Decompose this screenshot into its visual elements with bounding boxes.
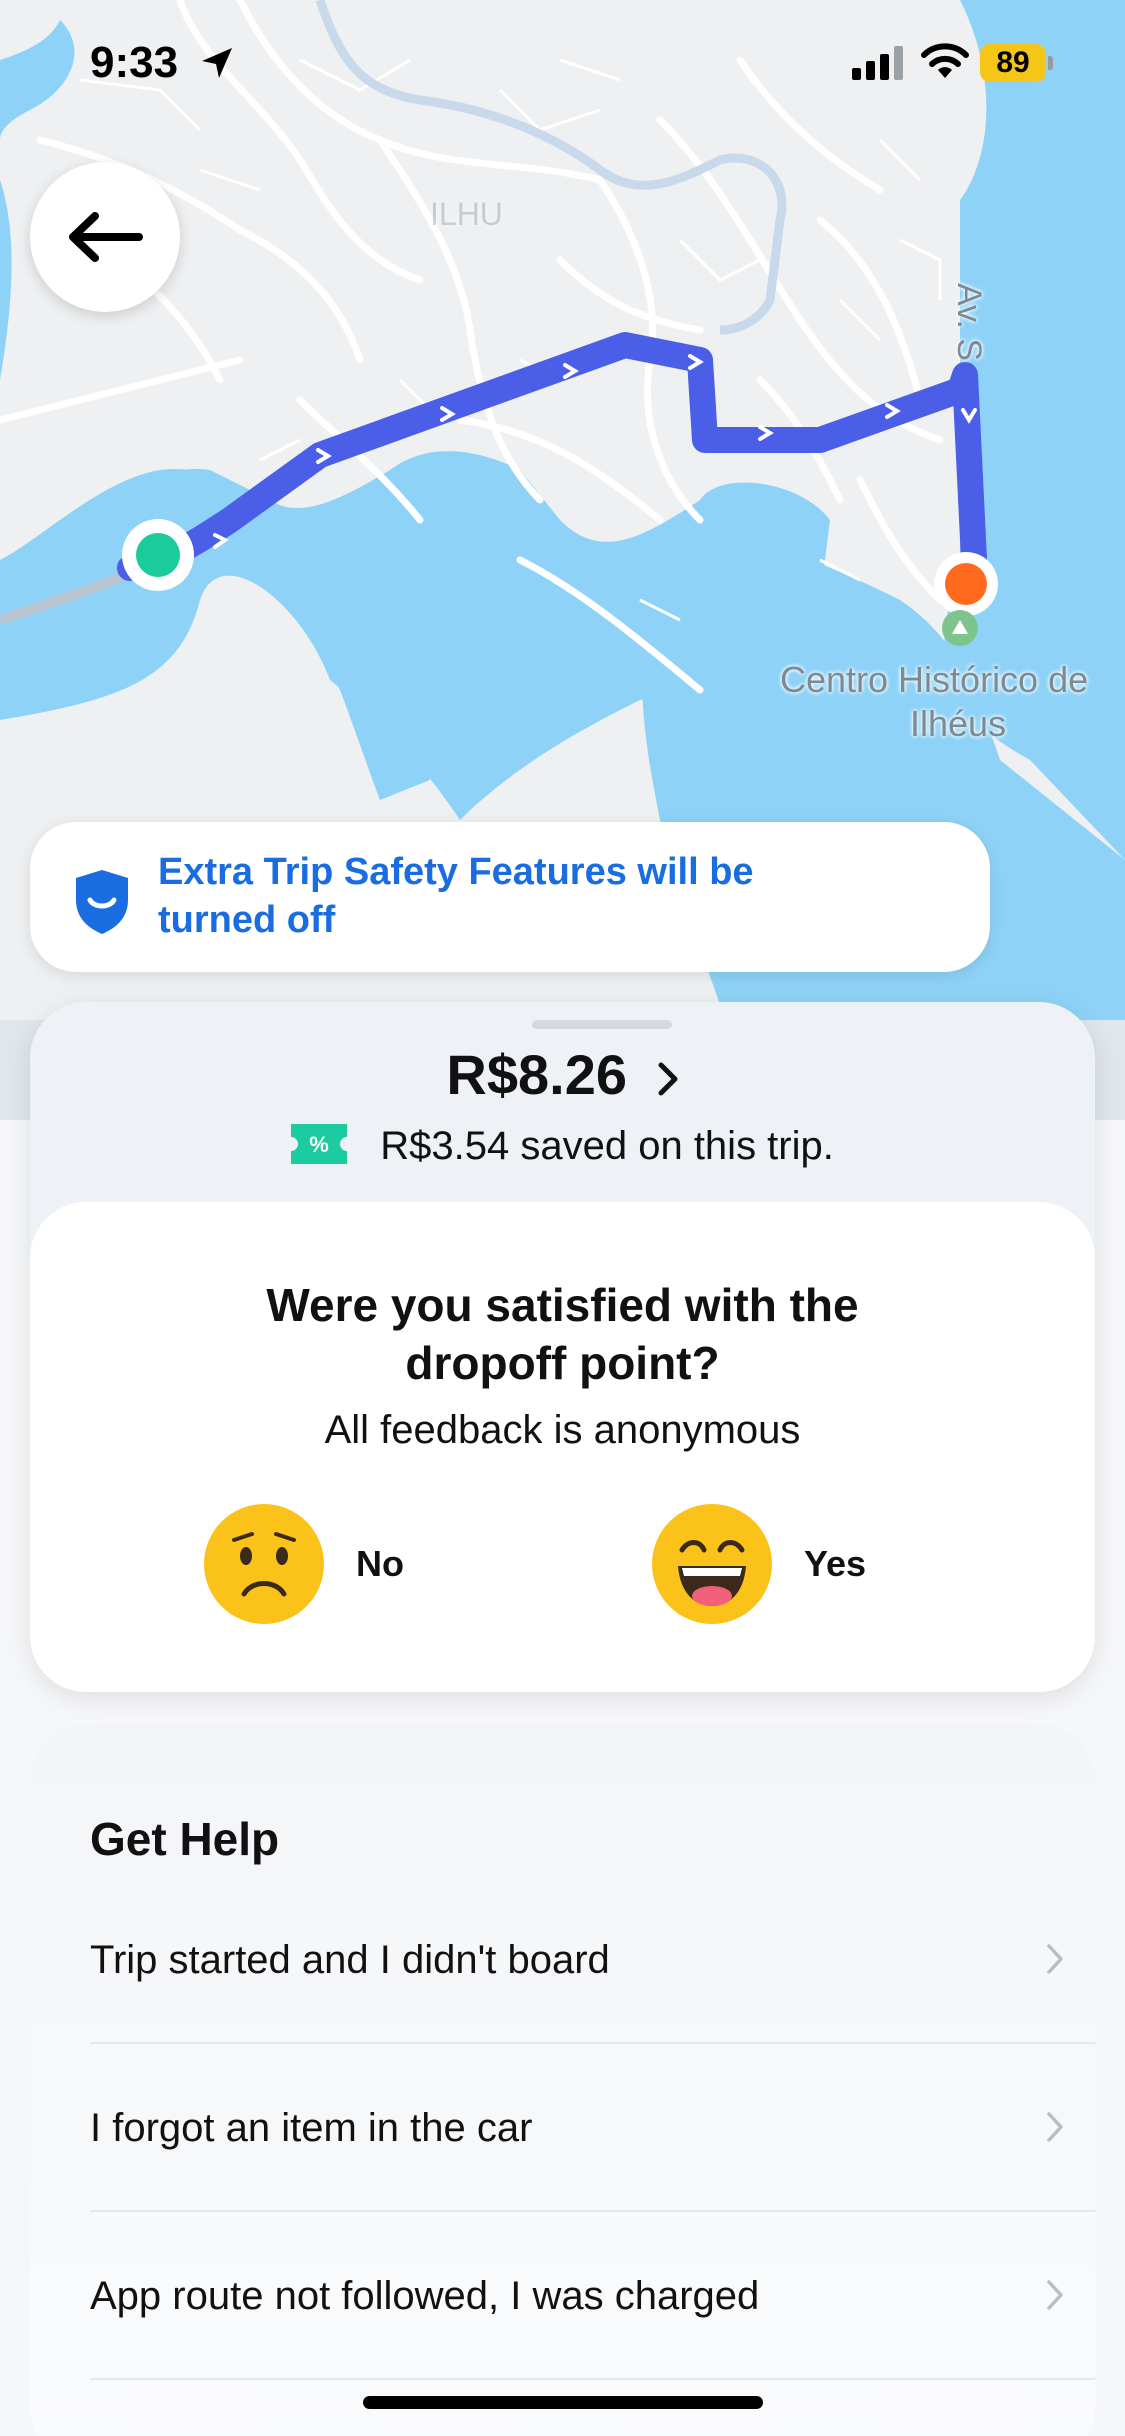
help-item-forgot-item[interactable]: I forgot an item in the car	[90, 2044, 1095, 2212]
chevron-right-icon	[1047, 2112, 1063, 2142]
dropoff-feedback-card: Were you satisfied with the dropoff poin…	[30, 1202, 1095, 1692]
street-label: Av. S	[950, 282, 989, 362]
home-indicator[interactable]	[363, 2396, 763, 2409]
savings-text: R$3.54 saved on this trip.	[380, 1124, 834, 1168]
feedback-subtitle: All feedback is anonymous	[324, 1408, 801, 1452]
feedback-question: Were you satisfied with the dropoff poin…	[266, 1279, 859, 1389]
shield-icon	[76, 870, 128, 934]
place-label-line2: Ilhéus	[910, 703, 1007, 744]
help-item-label: App route not followed, I was charged	[90, 2274, 760, 2318]
happy-face-icon	[652, 1504, 772, 1624]
savings-row: % R$3.54 saved on this trip.	[30, 1124, 1095, 1169]
drag-handle[interactable]	[532, 1020, 672, 1029]
battery-indicator: 89	[980, 44, 1046, 82]
chevron-right-icon	[1047, 2280, 1063, 2310]
feedback-no-label: No	[356, 1543, 404, 1584]
sad-face-icon	[204, 1504, 324, 1624]
back-button[interactable]	[30, 162, 180, 312]
chevron-right-icon	[658, 1062, 678, 1096]
help-item-route-not-followed[interactable]: App route not followed, I was charged	[90, 2212, 1095, 2380]
battery-tip	[1048, 56, 1053, 70]
fare-amount: R$8.26	[446, 1043, 627, 1106]
chevron-right-icon	[1047, 1944, 1063, 1974]
svg-text:%: %	[309, 1132, 329, 1157]
cellular-signal-icon	[852, 46, 903, 80]
safety-banner-text: Extra Trip Safety Features will be turne…	[158, 851, 754, 941]
help-title: Get Help	[90, 1813, 280, 1865]
arrow-left-icon	[69, 212, 143, 262]
status-bar: 9:33 89	[0, 0, 1125, 130]
place-label: Centro Histórico de Ilhéus	[780, 658, 1125, 746]
location-arrow-icon	[202, 48, 232, 78]
help-item-didnt-board[interactable]: Trip started and I didn't board	[90, 1876, 1095, 2044]
feedback-yes-button[interactable]: Yes	[650, 1502, 866, 1626]
faint-map-label: ILHU	[430, 196, 503, 232]
place-label-line1: Centro Histórico de	[780, 659, 1089, 700]
feedback-no-button[interactable]: No	[202, 1502, 404, 1626]
trip-summary-sheet: R$8.26 % R$3.54 saved on this trip. Were…	[30, 1002, 1095, 1692]
percent-ticket-icon: %	[291, 1124, 348, 1165]
help-item-label: Trip started and I didn't board	[90, 1938, 610, 1982]
clock: 9:33	[90, 38, 179, 87]
fare-row[interactable]: R$8.26	[30, 1042, 1095, 1107]
wifi-icon	[921, 43, 969, 78]
feedback-yes-label: Yes	[804, 1543, 867, 1584]
help-item-label: I forgot an item in the car	[90, 2106, 533, 2150]
safety-features-banner[interactable]: Extra Trip Safety Features will be turne…	[30, 822, 990, 972]
get-help-card: Get Help Trip started and I didn't board…	[30, 1724, 1095, 2436]
